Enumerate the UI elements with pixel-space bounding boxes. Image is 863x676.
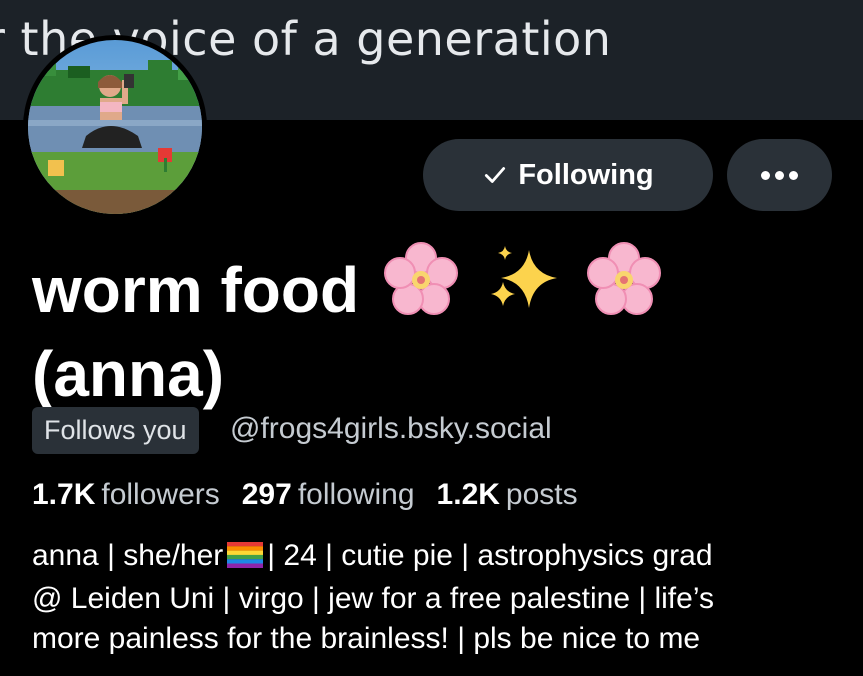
avatar[interactable]: [23, 35, 207, 219]
ellipsis-icon: [775, 170, 784, 180]
bio-line-1-end: | 24 | cutie pie | astrophysics grad: [267, 539, 713, 572]
rainbow-flag-icon: [227, 539, 264, 579]
display-name-first: worm food: [32, 254, 360, 326]
posts-stat: 1.2K posts: [437, 478, 578, 512]
check-icon: [485, 167, 506, 183]
follows-you-badge: Follows you: [32, 407, 199, 454]
avatar-photo: [28, 40, 202, 214]
ellipsis-icon: [789, 170, 798, 180]
following-count: 297: [241, 478, 292, 511]
posts-label: posts: [505, 478, 578, 511]
profile-handle[interactable]: @frogs4girls.bsky.social: [230, 412, 552, 446]
followers-label: followers: [101, 478, 220, 511]
profile-stats: 1.7K followers 297 following 1.2K posts: [32, 478, 578, 512]
followers-stat[interactable]: 1.7K followers: [32, 478, 220, 512]
followers-count: 1.7K: [32, 478, 96, 511]
more-options-button[interactable]: [727, 139, 832, 211]
bio-line-3: more painless for the brainless! | pls b…: [32, 622, 701, 655]
posts-count: 1.2K: [436, 478, 500, 511]
bio-line-1: anna | she/her | 24 | cutie pie | astroph…: [32, 536, 852, 579]
bio-line-2: @ Leiden Uni | virgo | jew for a free pa…: [32, 582, 714, 615]
following-button[interactable]: Following: [423, 139, 713, 211]
display-name: worm food (anna): [32, 240, 852, 412]
display-name-second: (anna): [32, 338, 224, 410]
cherry-blossom-icon: [381, 240, 461, 336]
following-button-label: Following: [518, 158, 654, 191]
profile-bio: anna | she/her | 24 | cutie pie | astroph…: [32, 536, 852, 659]
following-stat[interactable]: 297 following: [242, 478, 415, 512]
sparkles-icon: [483, 240, 563, 336]
profile-screen: r the voice of a generation Following wo…: [0, 0, 863, 676]
following-label: following: [297, 478, 415, 511]
ellipsis-icon: [761, 170, 770, 180]
bio-line-1-start: anna | she/her: [32, 539, 224, 572]
cherry-blossom-icon: [584, 240, 664, 336]
